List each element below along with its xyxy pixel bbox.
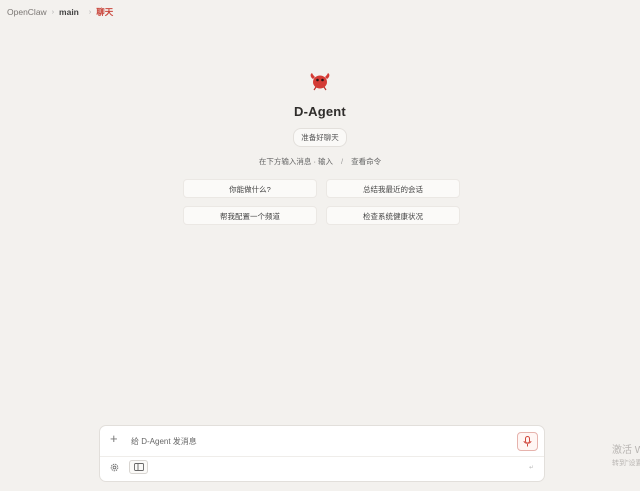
watermark-line-2: 转到"设置"以激活 bbox=[612, 460, 640, 467]
plus-icon[interactable]: + bbox=[110, 432, 118, 446]
suggestion-grid: 你能做什么? 总结我最近的会话 帮我配置一个频道 检查系统健康状况 bbox=[183, 179, 460, 225]
breadcrumb-current: 聊天 bbox=[96, 7, 114, 17]
breadcrumb: OpenClaw › main › 聊天 bbox=[0, 0, 640, 24]
hint-separator: / bbox=[341, 157, 344, 166]
agent-name: D-Agent bbox=[294, 104, 346, 119]
gear-icon[interactable] bbox=[109, 462, 120, 473]
status-badge: 准备好聊天 bbox=[293, 128, 347, 147]
input-hint: 在下方输入消息 · 输入 / 查看命令 bbox=[0, 156, 640, 167]
sidebar-panel-icon bbox=[133, 463, 144, 471]
os-watermark: 激活 Windows 转到"设置"以激活 bbox=[612, 441, 640, 468]
hint-text: 在下方输入消息 · 输入 bbox=[258, 157, 334, 166]
microphone-icon bbox=[523, 436, 532, 447]
toggle-panel-button[interactable] bbox=[129, 460, 148, 474]
suggestion-chip[interactable]: 总结我最近的会话 bbox=[326, 179, 460, 198]
lobster-logo-icon bbox=[310, 73, 330, 91]
hint-commands: 查看命令 bbox=[351, 157, 382, 166]
composer-divider bbox=[100, 456, 544, 457]
watermark-line-1: 激活 Windows bbox=[612, 445, 640, 456]
suggestion-chip[interactable]: 你能做什么? bbox=[183, 179, 317, 198]
suggestion-chip[interactable]: 检查系统健康状况 bbox=[326, 206, 460, 225]
microphone-button[interactable] bbox=[517, 432, 538, 451]
send-hint: ↵ bbox=[528, 465, 534, 471]
message-composer: + 给 D-Agent 发消息 ↵ bbox=[99, 425, 545, 482]
chevron-right-icon: › bbox=[88, 8, 92, 16]
suggestion-chip[interactable]: 帮我配置一个频道 bbox=[183, 206, 317, 225]
chevron-right-icon: › bbox=[51, 8, 55, 16]
breadcrumb-root[interactable]: OpenClaw bbox=[7, 7, 47, 17]
breadcrumb-workspace[interactable]: main bbox=[59, 7, 79, 17]
agent-intro: D-Agent 准备好聊天 在下方输入消息 · 输入 / 查看命令 bbox=[0, 70, 640, 167]
message-input[interactable]: 给 D-Agent 发消息 bbox=[131, 436, 197, 447]
